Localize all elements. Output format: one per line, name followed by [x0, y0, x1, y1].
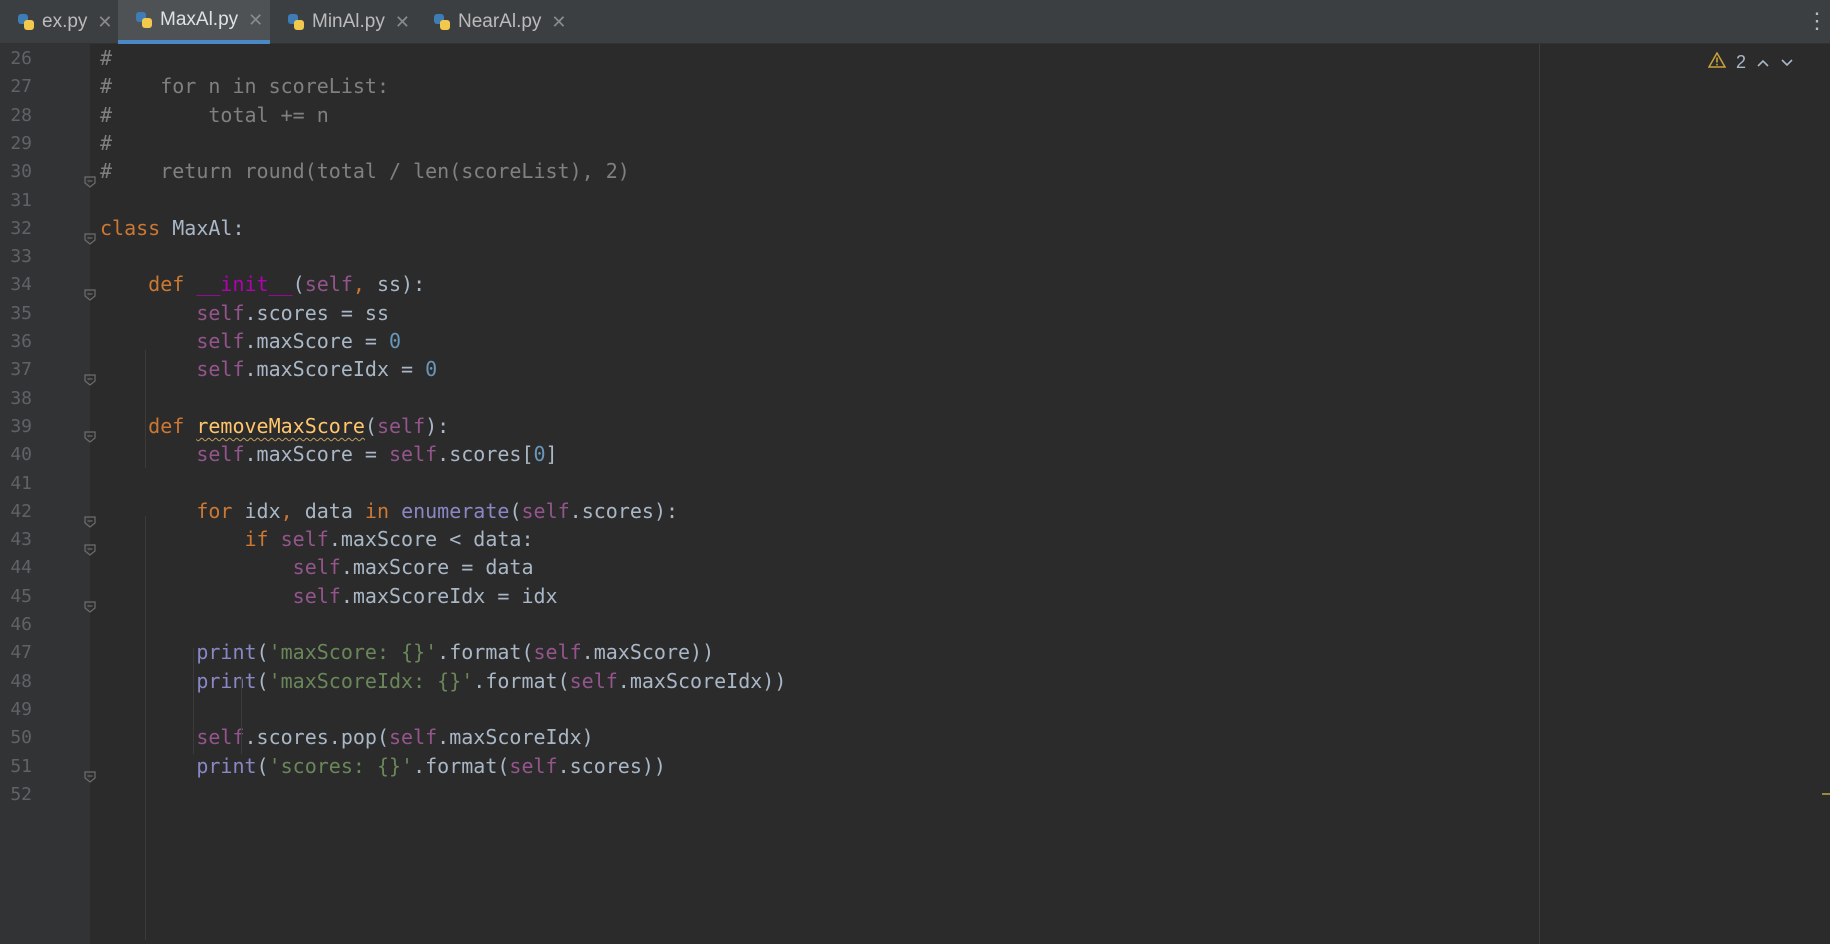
- python-file-icon: [134, 10, 154, 30]
- python-file-icon: [16, 12, 36, 32]
- close-icon[interactable]: ✕: [97, 12, 112, 33]
- indent-guide: [145, 350, 146, 468]
- fold-marker-icon[interactable]: [84, 165, 96, 188]
- tab-nearal-py[interactable]: NearAl.py ✕: [432, 0, 572, 44]
- indent-guide: [241, 676, 242, 754]
- tab-label: MinAl.py: [312, 11, 385, 32]
- fold-marker-icon[interactable]: [84, 278, 96, 302]
- code-line[interactable]: 52: [0, 778, 1530, 811]
- tab-minal-py[interactable]: MinAl.py ✕: [286, 0, 416, 44]
- more-tabs-icon[interactable]: ⋮: [1806, 10, 1828, 32]
- indent-guide: [145, 516, 146, 940]
- indent-guide: [193, 648, 194, 754]
- tab-label: NearAl.py: [458, 11, 542, 32]
- chevron-up-icon[interactable]: [1756, 52, 1770, 73]
- tab-label: ex.py: [42, 11, 88, 32]
- fold-marker-icon[interactable]: [84, 505, 96, 528]
- fold-marker-icon[interactable]: [84, 760, 96, 783]
- code-editor[interactable]: 26 #27 # for n in scoreList: 28 # total += n…: [0, 44, 1830, 944]
- tab-label: MaxAl.py: [160, 9, 239, 30]
- tab-ex-py[interactable]: ex.py ✕: [16, 0, 116, 44]
- right-margin-guide: [1539, 44, 1540, 944]
- fold-marker-icon[interactable]: [84, 533, 96, 556]
- fold-marker-icon[interactable]: [84, 363, 96, 387]
- close-icon[interactable]: ✕: [395, 12, 410, 33]
- line-number: 52: [10, 783, 32, 805]
- warning-stripe-marker[interactable]: [1822, 793, 1830, 795]
- warning-triangle-icon: [1707, 51, 1727, 73]
- python-file-icon: [432, 12, 452, 32]
- chevron-down-icon[interactable]: [1780, 52, 1794, 73]
- close-icon[interactable]: ✕: [551, 12, 566, 33]
- python-file-icon: [286, 12, 306, 32]
- warning-count: 2: [1735, 52, 1746, 72]
- close-icon[interactable]: ✕: [248, 10, 263, 31]
- tab-maxal-py[interactable]: MaxAl.py ✕: [118, 0, 270, 44]
- inspection-widget[interactable]: 2: [1707, 51, 1794, 73]
- fold-marker-icon[interactable]: [84, 222, 96, 245]
- editor-tab-bar: ex.py ✕ MaxAl.py ✕ MinAl.py ✕ NearAl.py …: [0, 0, 1830, 44]
- fold-marker-icon[interactable]: [84, 590, 96, 613]
- fold-marker-icon[interactable]: [84, 420, 96, 443]
